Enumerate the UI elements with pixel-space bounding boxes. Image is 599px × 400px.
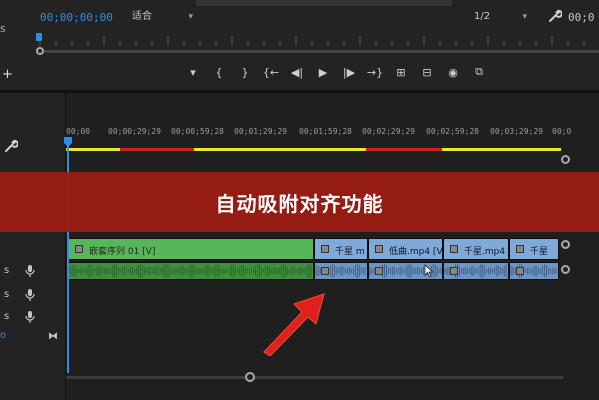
work-area-segment xyxy=(366,148,442,151)
vertical-scroll-handle[interactable] xyxy=(561,240,570,249)
time-ruler[interactable]: 00;00 00;00;29;29 00;00;59;28 00;01;29;29 00… xyxy=(66,123,571,145)
video-clip[interactable]: 低曲.mp4 [V] xyxy=(368,238,443,260)
bowtie-icon[interactable]: ⧓ xyxy=(48,331,58,342)
fx-badge-icon xyxy=(375,267,383,275)
clip-name: 嵌套序列 01 [V] xyxy=(89,247,156,257)
compare-icon[interactable]: ⧉ xyxy=(466,64,492,80)
fit-dropdown[interactable]: 适合 ▾ xyxy=(128,9,196,25)
ruler-tick-label: 00;0 xyxy=(552,127,572,136)
fit-label: 适合 xyxy=(132,11,152,22)
vertical-scroll-handle[interactable] xyxy=(561,155,570,164)
ruler-tick-label: 00;00;59;28 xyxy=(171,127,224,136)
ruler-tick-label: 00;00;29;29 xyxy=(108,127,161,136)
go-to-in-icon[interactable]: {← xyxy=(258,64,284,80)
audio-track-header: s xyxy=(0,309,66,327)
program-timecode[interactable]: 00;00;00;00 xyxy=(40,11,113,24)
ruler-tick-label: 00;01;29;29 xyxy=(234,127,287,136)
video-preview xyxy=(196,0,452,6)
fx-badge-icon xyxy=(450,267,458,275)
end-timecode: 00;0 xyxy=(568,11,595,24)
transport-controls: ▾{} {← ◀| ▶ |▶ →} ⊞ ⊟ ◉ ⧉ xyxy=(180,64,492,80)
ruler-tick-label: 00;02;59;28 xyxy=(426,127,479,136)
step-back-icon[interactable]: ◀| xyxy=(284,64,310,80)
in-point-icon[interactable]: { xyxy=(206,64,232,80)
solo-button[interactable]: s xyxy=(4,289,9,300)
audio-clip[interactable] xyxy=(68,262,314,280)
fx-badge-icon xyxy=(321,245,329,253)
go-to-out-icon[interactable]: →} xyxy=(362,64,388,80)
work-area-segment xyxy=(120,148,194,151)
wrench-icon[interactable] xyxy=(4,139,18,153)
fx-badge-icon xyxy=(321,267,329,275)
work-area-bar[interactable] xyxy=(66,148,561,151)
audio-clip[interactable] xyxy=(443,262,509,280)
export-frame-icon[interactable]: ◉ xyxy=(440,64,466,80)
track-headers: sss o ⧓ xyxy=(0,93,66,400)
ruler-tick-label: 00;03;29;29 xyxy=(490,127,543,136)
audio-track-header: s xyxy=(0,287,66,305)
audio-clip[interactable] xyxy=(314,262,368,280)
clip-name: 千星 m xyxy=(335,247,365,257)
mic-icon[interactable] xyxy=(24,288,36,302)
resolution-dropdown[interactable]: 1/2 ▾ xyxy=(470,9,530,25)
video-clip[interactable]: 千星 m xyxy=(314,238,368,260)
marker-icon[interactable]: ▾ xyxy=(180,64,206,80)
audio-clip[interactable] xyxy=(509,262,559,280)
fx-badge-icon xyxy=(375,245,383,253)
vertical-scroll-handle[interactable] xyxy=(561,265,570,274)
horizontal-scrollbar[interactable] xyxy=(66,376,563,379)
video-clip[interactable]: 千星.mp4 [ xyxy=(443,238,509,260)
video-clip[interactable]: 千星 xyxy=(509,238,559,260)
overwrite-icon[interactable]: ⊟ xyxy=(414,64,440,80)
clip-name: 低曲.mp4 [V] xyxy=(389,247,443,257)
chevron-down-icon: ▾ xyxy=(188,12,193,22)
work-area-segment xyxy=(194,148,366,151)
wrench-icon[interactable] xyxy=(548,9,562,23)
track-option[interactable]: o xyxy=(0,330,6,341)
work-area-segment xyxy=(442,148,561,151)
chevron-down-icon: ▾ xyxy=(522,12,527,22)
zoom-scrollbar[interactable] xyxy=(36,50,599,53)
waveform xyxy=(69,263,312,279)
solo-button[interactable]: s xyxy=(4,311,9,322)
fx-badge-icon xyxy=(516,267,524,275)
play-icon[interactable]: ▶ xyxy=(310,64,336,80)
audio-track-header: s xyxy=(0,263,66,281)
fx-badge-icon xyxy=(75,245,83,253)
solo-button[interactable]: s xyxy=(4,265,9,276)
add-icon[interactable]: + xyxy=(2,67,13,82)
ruler-tick-label: 00;01;59;28 xyxy=(299,127,352,136)
banner-title: 自动吸附对齐功能 xyxy=(215,191,384,216)
zoom-scrollbar-handle[interactable] xyxy=(36,47,44,55)
mic-icon[interactable] xyxy=(24,264,36,278)
clip-name: 千星 xyxy=(530,247,549,257)
insert-icon[interactable]: ⊞ xyxy=(388,64,414,80)
title-banner: 自动吸附对齐功能 xyxy=(0,172,599,232)
program-monitor: 00;00;00;00 适合 ▾ 1/2 ▾ 00;0 s + ▾{} {← ◀| ▶… xyxy=(0,0,599,90)
track-header-footer: o ⧓ xyxy=(0,328,66,346)
ruler-tick-label: 00;02;29;29 xyxy=(362,127,415,136)
mic-icon[interactable] xyxy=(24,310,36,324)
mini-playhead[interactable] xyxy=(36,33,42,41)
fx-badge-icon xyxy=(450,245,458,253)
work-area-segment xyxy=(66,148,120,151)
horizontal-scroll-handle[interactable] xyxy=(245,372,255,382)
left-panel-stub: s xyxy=(0,22,6,35)
clip-name: 千星.mp4 [ xyxy=(464,247,509,257)
step-forward-icon[interactable]: |▶ xyxy=(336,64,362,80)
red-arrow-icon xyxy=(263,293,325,356)
mini-time-ruler[interactable] xyxy=(36,32,599,48)
ruler-tick-label: 00;00 xyxy=(66,127,91,136)
resolution-label: 1/2 xyxy=(474,11,491,22)
fx-badge-icon xyxy=(516,245,524,253)
out-point-icon[interactable]: } xyxy=(232,64,258,80)
mouse-cursor-icon xyxy=(424,264,434,278)
video-clip[interactable]: 嵌套序列 01 [V] xyxy=(68,238,314,260)
